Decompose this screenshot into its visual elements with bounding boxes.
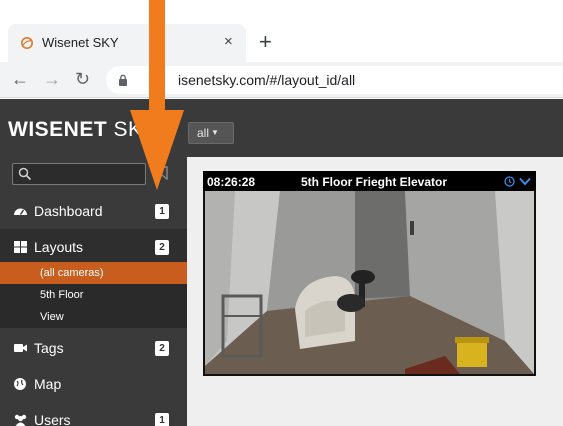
sidebar-item-label: Users bbox=[34, 412, 71, 426]
search-input[interactable] bbox=[12, 163, 146, 185]
wisenet-favicon-icon bbox=[21, 37, 33, 49]
count-badge: 1 bbox=[155, 413, 169, 426]
dashboard-icon bbox=[14, 208, 27, 215]
chevron-down-icon[interactable] bbox=[519, 177, 531, 186]
new-tab-button[interactable]: + bbox=[259, 31, 272, 53]
sidebar-item-tags[interactable]: Tags 2 bbox=[0, 330, 187, 366]
sidebar-item-users[interactable]: Users 1 bbox=[0, 402, 187, 426]
url-text: isenetsky.com/#/layout_id/all bbox=[178, 72, 356, 88]
search-icon bbox=[18, 167, 32, 181]
sidebar-item-label: Dashboard bbox=[34, 203, 103, 219]
tab-title: Wisenet SKY bbox=[42, 35, 119, 50]
browser-tab[interactable]: Wisenet SKY × bbox=[8, 24, 246, 62]
video-camera-icon bbox=[14, 344, 27, 352]
forward-button[interactable]: → bbox=[43, 68, 61, 90]
browser-toolbar: ← → ↻ isenetsky.com/#/layout_id/all bbox=[0, 62, 563, 98]
tab-close-icon[interactable]: × bbox=[224, 33, 233, 51]
layout-item-all-cameras[interactable]: (all cameras) bbox=[0, 262, 187, 284]
camera-title-bar: 08:26:28 5th Floor Frieght Elevator bbox=[203, 171, 536, 191]
sidebar-item-map[interactable]: Map bbox=[0, 366, 187, 402]
count-badge: 1 bbox=[155, 204, 169, 219]
layout-content: 08:26:28 5th Floor Frieght Elevator bbox=[187, 157, 563, 426]
lock-icon bbox=[119, 74, 127, 86]
sidebar-item-dashboard[interactable]: Dashboard 1 bbox=[0, 193, 187, 229]
back-button[interactable]: ← bbox=[11, 68, 29, 90]
sidebar-item-label: Tags bbox=[34, 340, 64, 356]
camera-video-feed bbox=[205, 191, 534, 374]
layout-dropdown[interactable]: all ▼ bbox=[188, 122, 234, 144]
sidebar: Dashboard 1 Layouts 2 (all cameras) 5th … bbox=[0, 157, 187, 426]
layout-item-label: View bbox=[40, 311, 64, 323]
sidebar-item-label: Map bbox=[34, 376, 62, 392]
sidebar-item-layouts[interactable]: Layouts 2 bbox=[0, 229, 187, 265]
wisenet-app: WISENET SKY all ▼ Dashboard 1 Layouts 2 … bbox=[0, 99, 563, 426]
camera-tile[interactable]: 08:26:28 5th Floor Frieght Elevator bbox=[203, 171, 536, 376]
users-icon bbox=[14, 414, 27, 426]
camera-timestamp: 08:26:28 bbox=[207, 175, 256, 189]
layout-item-label: 5th Floor bbox=[40, 289, 84, 301]
app-header: WISENET SKY all ▼ bbox=[0, 99, 563, 157]
browser-tab-strip: Wisenet SKY × + bbox=[0, 0, 563, 62]
layout-item-label: (all cameras) bbox=[40, 267, 104, 279]
annotation-arrow-icon bbox=[130, 0, 184, 190]
globe-icon bbox=[14, 378, 26, 390]
count-badge: 2 bbox=[155, 240, 169, 255]
layout-item-5th-floor[interactable]: 5th Floor bbox=[0, 284, 187, 306]
count-badge: 2 bbox=[155, 341, 169, 356]
layouts-icon bbox=[14, 241, 27, 253]
camera-name: 5th Floor Frieght Elevator bbox=[301, 175, 448, 189]
layout-dropdown-value: all bbox=[197, 126, 210, 140]
reload-button[interactable]: ↻ bbox=[75, 68, 90, 90]
layout-item-view[interactable]: View bbox=[0, 306, 187, 328]
history-clock-icon[interactable] bbox=[504, 176, 515, 187]
caret-down-icon: ▼ bbox=[211, 128, 219, 137]
brand-main: WISENET bbox=[8, 118, 108, 141]
sidebar-item-label: Layouts bbox=[34, 239, 84, 255]
